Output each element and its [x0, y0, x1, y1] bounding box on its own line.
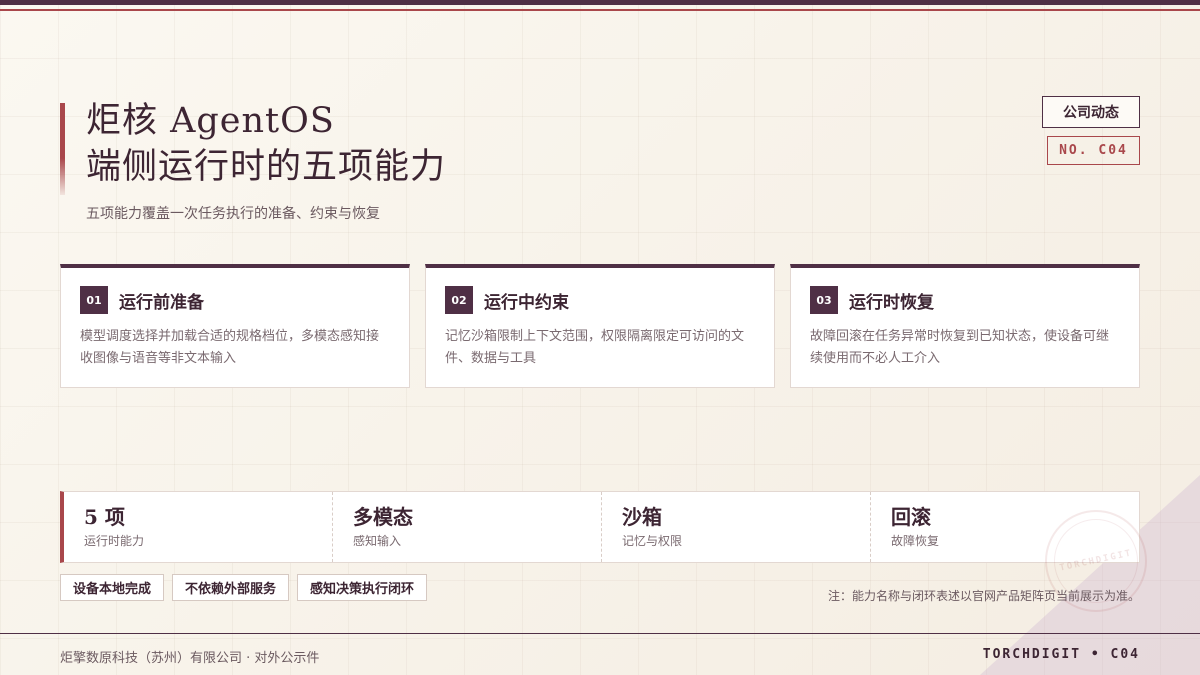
card-header: 02 运行中约束	[445, 286, 755, 314]
card-description: 记忆沙箱限制上下文范围，权限隔离限定可访问的文件、数据与工具	[445, 329, 745, 366]
card-header: 03 运行时恢复	[810, 286, 1120, 314]
title-accent-bar	[60, 103, 65, 195]
stat-label: 记忆与权限	[622, 534, 683, 548]
footer-company: 炬擎数原科技（苏州）有限公司 · 对外公示件	[60, 651, 320, 666]
document-number: NO. C04	[1047, 136, 1140, 165]
title-line-2: 端侧运行时的五项能力	[86, 147, 447, 187]
stats-row: 5 项 运行时能力 多模态 感知输入 沙箱 记忆与权限 回滚 故障恢复	[60, 491, 1140, 563]
stat-value: 5 项	[84, 505, 125, 529]
stat-item: 多模态 感知输入	[333, 492, 602, 562]
card-title: 运行前准备	[119, 292, 204, 313]
page-title: 炬核 AgentOS 端侧运行时的五项能力	[86, 98, 446, 190]
stat-label: 运行时能力	[84, 534, 145, 548]
top-bar	[0, 0, 1200, 5]
stat-item: 沙箱 记忆与权限	[602, 492, 871, 562]
stat-label: 感知输入	[353, 534, 402, 548]
footer-divider	[0, 633, 1200, 634]
feature-tag: 不依赖外部服务	[172, 574, 290, 601]
capability-card: 03 运行时恢复 故障回滚在任务异常时恢复到已知状态，使设备可继续使用而不必人工…	[790, 264, 1140, 388]
stat-item: 5 项 运行时能力	[64, 492, 333, 562]
card-number: 02	[445, 286, 473, 314]
card-number: 03	[810, 286, 838, 314]
title-line-1: 炬核 AgentOS	[86, 101, 335, 141]
footer-code: TORCHDIGIT • C04	[982, 647, 1140, 662]
page-subtitle: 五项能力覆盖一次任务执行的准备、约束与恢复	[86, 206, 380, 222]
card-title: 运行时恢复	[849, 292, 934, 313]
card-header: 01 运行前准备	[80, 286, 390, 314]
capability-card: 02 运行中约束 记忆沙箱限制上下文范围，权限隔离限定可访问的文件、数据与工具	[425, 264, 775, 388]
card-number: 01	[80, 286, 108, 314]
capability-card: 01 运行前准备 模型调度选择并加载合适的规格档位，多模态感知接收图像与语音等非…	[60, 264, 410, 388]
stamp-text: TORCHDIGIT	[1058, 548, 1134, 574]
top-accent-line	[0, 9, 1200, 11]
stat-value: 沙箱	[622, 505, 662, 529]
card-description: 模型调度选择并加载合适的规格档位，多模态感知接收图像与语音等非文本输入	[80, 329, 380, 366]
footnote: 注：能力名称与闭环表述以官网产品矩阵页当前展示为准。	[827, 589, 1140, 603]
feature-tag: 感知决策执行闭环	[297, 574, 428, 601]
feature-tag: 设备本地完成	[60, 574, 165, 601]
card-description: 故障回滚在任务异常时恢复到已知状态，使设备可继续使用而不必人工介入	[810, 329, 1110, 366]
feature-tags: 设备本地完成 不依赖外部服务 感知决策执行闭环	[60, 574, 428, 601]
category-badge: 公司动态	[1042, 96, 1140, 128]
card-title: 运行中约束	[484, 292, 569, 313]
capability-cards: 01 运行前准备 模型调度选择并加载合适的规格档位，多模态感知接收图像与语音等非…	[60, 264, 1140, 388]
stat-value: 多模态	[353, 505, 413, 529]
